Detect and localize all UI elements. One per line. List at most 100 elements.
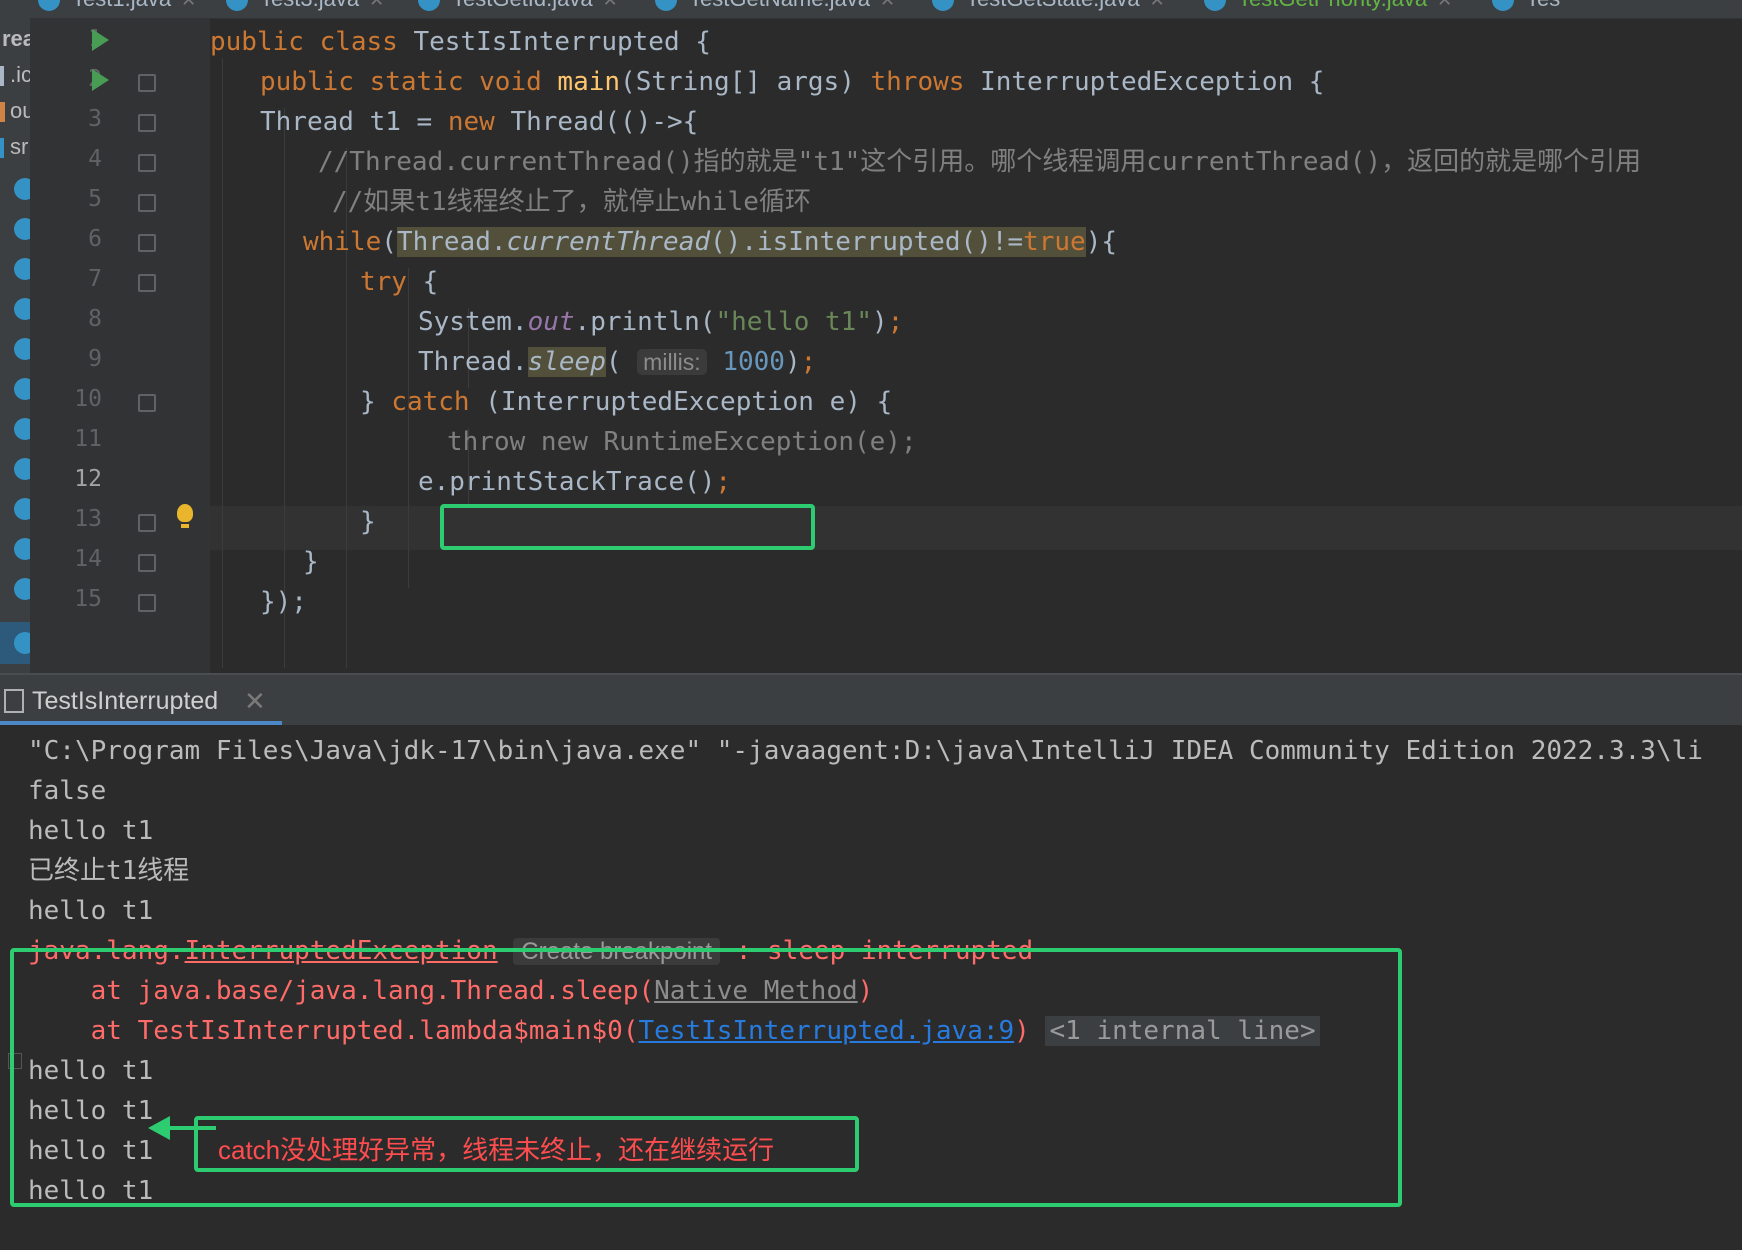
java-class-icon xyxy=(418,0,440,12)
java-class-icon xyxy=(1204,0,1226,12)
fold-icon[interactable] xyxy=(138,234,156,252)
code-line-2: public static void main(String[] args) t… xyxy=(260,67,1325,97)
close-icon[interactable]: ✕ xyxy=(603,0,618,10)
line-number: 9 xyxy=(88,346,102,372)
code-line-6: while(Thread.currentThread().isInterrupt… xyxy=(303,227,1118,257)
run-tool-window-header: TestIsInterrupted ✕ xyxy=(0,675,1742,725)
editor-tab-bar: Test1.java✕ Test3.java✕ TestGetId.java✕ … xyxy=(0,0,1742,19)
condition-highlight: Thread.currentThread().isInterrupted()!=… xyxy=(396,227,1086,257)
console-line: hello t1 xyxy=(28,816,154,846)
fold-icon[interactable] xyxy=(138,74,156,92)
java-class-icon[interactable] xyxy=(14,298,30,320)
code-editor[interactable]: public class TestIsInterrupted { public … xyxy=(210,18,1742,673)
editor-gutter: 1 2 3 4 5 6 7 8 9 10 11 12 13 14 15 xyxy=(30,18,210,673)
tab-tes[interactable]: Tes xyxy=(1492,0,1560,16)
indent-guide xyxy=(408,268,409,588)
java-class-icon xyxy=(38,0,60,12)
code-line-4: //Thread.currentThread()指的就是"t1"这个引用。哪个线… xyxy=(318,147,1642,177)
fold-icon[interactable] xyxy=(138,114,156,132)
line-number: 6 xyxy=(88,226,102,252)
tab-test3[interactable]: Test3.java✕ xyxy=(226,0,384,16)
indent-guide xyxy=(222,58,223,668)
folder-marker xyxy=(0,102,5,122)
fold-icon[interactable] xyxy=(138,154,156,172)
code-line-15: }); xyxy=(260,587,307,617)
java-class-icon[interactable] xyxy=(14,458,30,480)
arrow-head-icon xyxy=(148,1116,170,1140)
line-number: 11 xyxy=(74,426,102,452)
project-item[interactable]: sr xyxy=(10,134,28,160)
java-class-icon[interactable] xyxy=(14,418,30,440)
tab-testgetstate[interactable]: TestGetState.java✕ xyxy=(932,0,1165,16)
fold-icon[interactable] xyxy=(138,274,156,292)
console-line: hello t1 xyxy=(28,896,154,926)
code-line-14: } xyxy=(303,547,319,577)
console-line: 已终止t1线程 xyxy=(28,856,190,886)
java-class-icon[interactable] xyxy=(14,498,30,520)
line-number: 8 xyxy=(88,306,102,332)
fold-icon[interactable] xyxy=(138,514,156,532)
console-line: "C:\Program Files\Java\jdk-17\bin\java.e… xyxy=(28,736,1703,766)
fold-icon[interactable] xyxy=(138,394,156,412)
console-line: false xyxy=(28,776,107,806)
close-icon[interactable]: ✕ xyxy=(369,0,384,10)
code-line-12: e.printStackTrace(); xyxy=(418,467,732,497)
code-line-8: System.out.println("hello t1"); xyxy=(418,307,904,337)
java-class-icon xyxy=(655,0,677,12)
code-line-3: Thread t1 = new Thread(()->{ xyxy=(260,107,699,137)
project-item[interactable]: rea xyxy=(2,26,30,52)
close-icon[interactable]: ✕ xyxy=(880,0,895,10)
line-number-current: 12 xyxy=(74,466,102,492)
java-class-icon[interactable] xyxy=(14,378,30,400)
line-number: 3 xyxy=(88,106,102,132)
tab-testgetpriority[interactable]: TestGetPriority.java✕ xyxy=(1204,0,1452,16)
code-line-11-text: throw new RuntimeException(e); xyxy=(447,427,917,457)
line-number: 5 xyxy=(88,186,102,212)
java-class-icon xyxy=(1492,0,1514,12)
close-icon[interactable]: ✕ xyxy=(1150,0,1165,10)
folder-marker xyxy=(0,66,4,86)
project-panel: rea .ic ou sr xyxy=(0,18,30,673)
code-line-13: } xyxy=(360,507,376,537)
java-class-icon[interactable] xyxy=(14,218,30,240)
line-number: 10 xyxy=(74,386,102,412)
annotation-text: catch没处理好异常，线程未终止，还在继续运行 xyxy=(218,1135,775,1165)
code-line-7: try { xyxy=(360,267,439,297)
close-icon[interactable]: ✕ xyxy=(1437,0,1452,10)
code-line-10: } catch (InterruptedException e) { xyxy=(360,387,893,417)
fold-icon[interactable] xyxy=(138,554,156,572)
java-class-icon xyxy=(226,0,248,12)
console-icon xyxy=(4,689,24,713)
line-number: 14 xyxy=(74,546,102,572)
java-class-icon[interactable] xyxy=(14,338,30,360)
java-class-icon[interactable] xyxy=(14,258,30,280)
run-tab[interactable]: TestIsInterrupted ✕ xyxy=(0,675,282,725)
lightbulb-icon[interactable] xyxy=(177,504,193,528)
close-icon[interactable]: ✕ xyxy=(244,686,266,717)
code-line-9: Thread.sleep( millis: 1000); xyxy=(418,347,817,377)
line-number: 4 xyxy=(88,146,102,172)
highlight-box-printstacktrace xyxy=(440,504,815,550)
code-line-1: public class TestIsInterrupted { xyxy=(210,27,711,57)
parameter-hint: millis: xyxy=(637,349,707,375)
java-class-icon xyxy=(932,0,954,12)
line-number: 15 xyxy=(74,586,102,612)
java-class-icon[interactable] xyxy=(14,178,30,200)
java-class-icon[interactable] xyxy=(14,578,30,600)
tab-testgetid[interactable]: TestGetId.java✕ xyxy=(418,0,618,16)
tab-test1[interactable]: Test1.java✕ xyxy=(38,0,196,16)
line-number: 13 xyxy=(74,506,102,532)
fold-icon[interactable] xyxy=(138,594,156,612)
close-icon[interactable]: ✕ xyxy=(181,0,196,10)
run-main-icon[interactable] xyxy=(92,69,109,91)
run-class-icon[interactable] xyxy=(92,29,109,51)
code-line-5: //如果t1线程终止了，就停止while循环 xyxy=(332,187,811,217)
project-item[interactable]: ou xyxy=(10,98,30,124)
java-class-icon[interactable] xyxy=(14,538,30,560)
line-number: 7 xyxy=(88,266,102,292)
java-class-icon[interactable] xyxy=(14,632,30,654)
tab-testgetname[interactable]: TestGetName.java✕ xyxy=(655,0,895,16)
project-item[interactable]: .ic xyxy=(10,62,30,88)
folder-marker xyxy=(0,138,4,158)
fold-icon[interactable] xyxy=(138,194,156,212)
